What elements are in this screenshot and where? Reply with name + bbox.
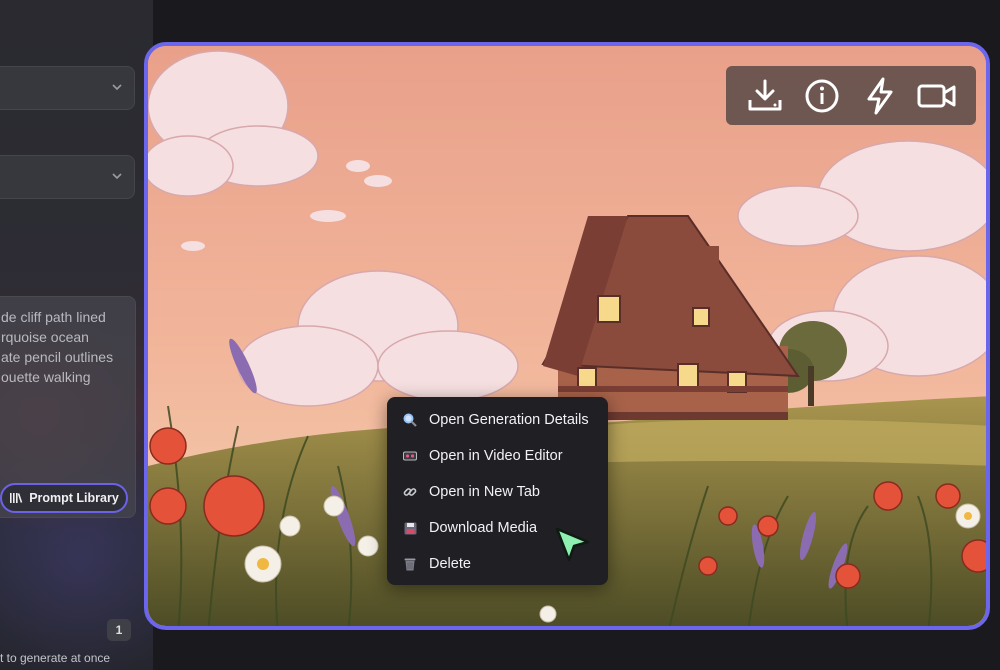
download-icon [748,79,782,110]
image-toolbar [726,66,976,125]
app-window: de cliff path lined rquoise ocean ate pe… [0,0,1000,670]
generate-count-note: t to generate at once [0,651,111,665]
chevron-down-icon [112,173,122,180]
menu-item-label: Open in Video Editor [429,448,563,464]
lightning-icon [867,77,893,114]
link-icon [403,485,417,499]
prompt-library-label: Prompt Library [29,491,119,505]
settings-panel: de cliff path lined rquoise ocean ate pe… [0,0,153,670]
info-icon [805,79,839,112]
generate-count-badge[interactable]: 1 [107,619,131,641]
menu-item-open-in-video-editor[interactable]: Open in Video Editor [387,438,608,474]
menu-item-label: Delete [429,556,471,572]
floppy-disk-icon [403,521,417,535]
menu-item-label: Open Generation Details [429,412,589,428]
prompt-text: de cliff path lined rquoise ocean ate pe… [1,309,114,385]
prompt-library-button[interactable]: Prompt Library [0,483,128,513]
menu-item-open-in-new-tab[interactable]: Open in New Tab [387,474,608,510]
settings-dropdown-2[interactable] [0,155,135,199]
chevron-down-icon [112,84,122,91]
trash-icon [403,557,417,571]
mouse-cursor-icon [555,527,590,562]
magnifier-icon [403,413,417,427]
animate-video-button[interactable] [915,74,959,118]
info-button[interactable] [800,74,844,118]
quick-action-button[interactable] [858,74,902,118]
library-icon [10,493,23,503]
menu-item-label: Open in New Tab [429,484,540,500]
settings-dropdown-1[interactable] [0,66,135,110]
video-camera-icon [917,84,956,107]
menu-item-open-generation-details[interactable]: Open Generation Details [387,402,608,438]
menu-item-label: Download Media [429,520,538,536]
video-tape-icon [403,449,417,463]
download-button[interactable] [743,74,787,118]
